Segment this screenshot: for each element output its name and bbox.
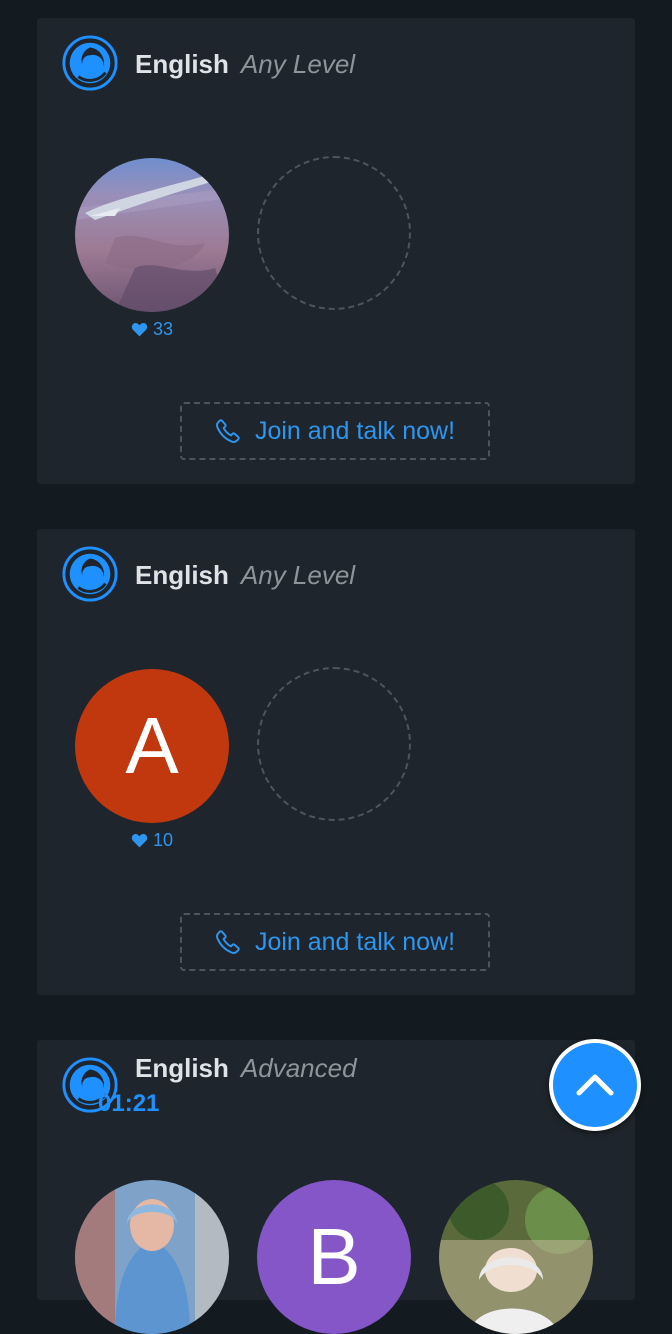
- language-name: English: [135, 49, 229, 79]
- phone-icon: [216, 930, 240, 954]
- room-language: English Any Level: [135, 562, 355, 588]
- room-language: English Any Level: [135, 51, 355, 77]
- host-likes: 33: [131, 320, 173, 338]
- likes-count: 33: [153, 319, 174, 339]
- avatar-letter: A: [125, 701, 179, 790]
- swirl-logo-icon: [62, 35, 118, 91]
- scroll-to-top-button[interactable]: [549, 1039, 641, 1131]
- heart-icon: [131, 833, 148, 847]
- likes-count: 10: [153, 830, 174, 850]
- room-timer: 01:21: [98, 1090, 160, 1117]
- language-name: English: [135, 1053, 229, 1083]
- swirl-logo-icon: [62, 546, 118, 602]
- phone-icon: [216, 419, 240, 443]
- host-avatar-letter[interactable]: A: [75, 669, 229, 823]
- empty-seat[interactable]: [257, 667, 411, 821]
- avatar-letter: B: [307, 1212, 361, 1301]
- join-talk-button[interactable]: Join and talk now!: [180, 913, 490, 971]
- room-language: English Advanced: [135, 1055, 357, 1081]
- language-level: Any Level: [240, 560, 356, 590]
- language-level: Any Level: [240, 49, 356, 79]
- participant-avatar-photo[interactable]: [75, 1180, 229, 1334]
- language-level: Advanced: [240, 1053, 357, 1083]
- join-talk-button[interactable]: Join and talk now!: [180, 402, 490, 460]
- participant-avatar-letter[interactable]: B: [257, 1180, 411, 1334]
- aerial-landscape-image: [75, 158, 229, 312]
- person-photo-image: [75, 1180, 229, 1334]
- participant-avatar-photo[interactable]: [439, 1180, 593, 1334]
- heart-icon: [131, 322, 148, 336]
- room-card: English Any Level A 10 Join and talk now!: [37, 529, 635, 995]
- room-card: English Any Level 33 Join and talk now!: [37, 18, 635, 484]
- language-name: English: [135, 560, 229, 590]
- host-likes: 10: [131, 831, 173, 849]
- chevron-up-icon: [576, 1074, 614, 1096]
- host-avatar-photo[interactable]: [75, 158, 229, 312]
- room-card: English Advanced B: [37, 1040, 635, 1334]
- person-photo-image: [439, 1180, 593, 1334]
- join-label: Join and talk now!: [254, 416, 456, 445]
- join-label: Join and talk now!: [254, 927, 456, 956]
- empty-seat[interactable]: [257, 156, 411, 310]
